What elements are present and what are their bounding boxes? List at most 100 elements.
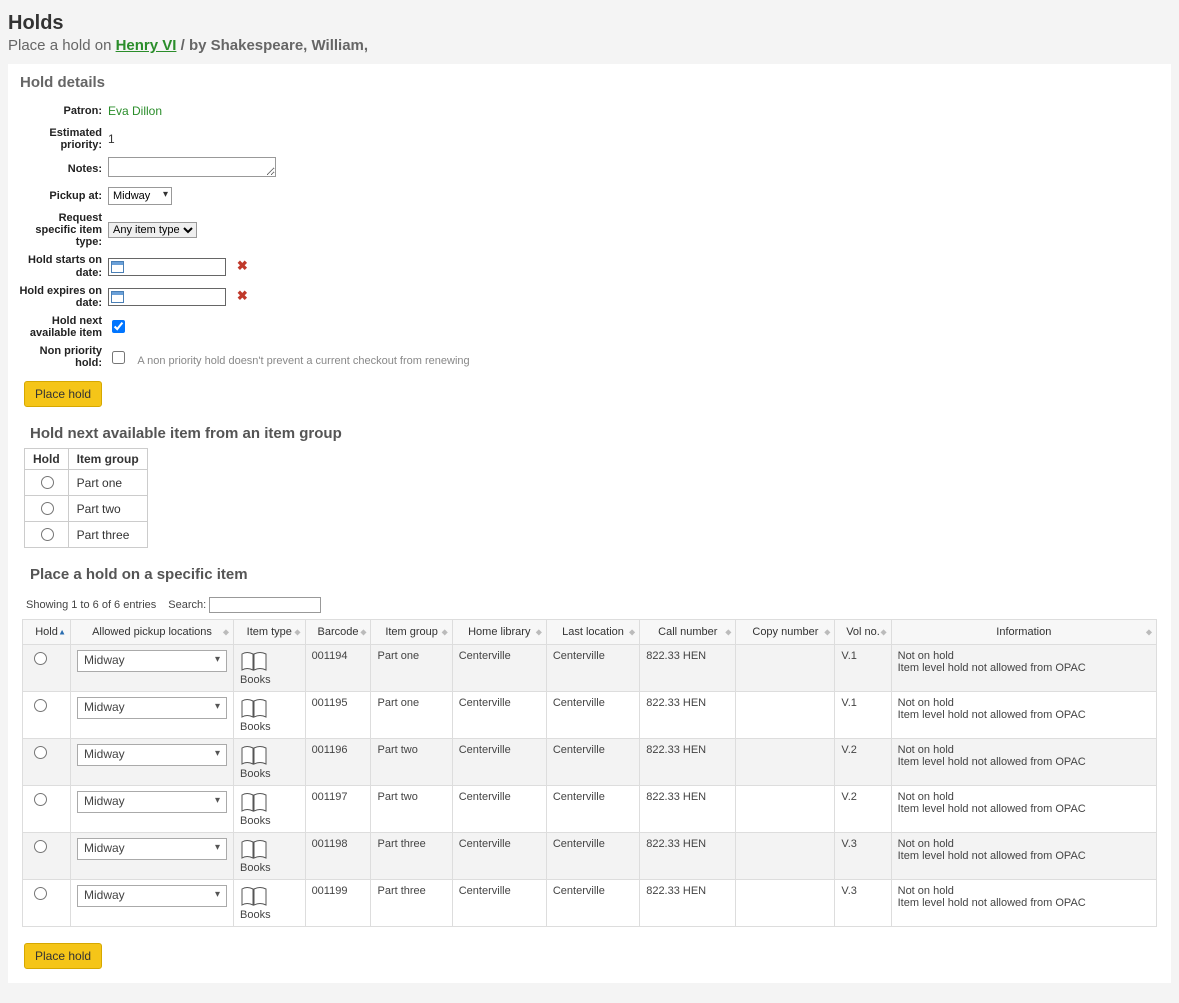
item-group: Part two <box>371 739 452 786</box>
pickup-location-select[interactable]: Midway <box>77 744 227 766</box>
table-row: MidwayBooks001194Part oneCentervilleCent… <box>23 645 1157 692</box>
item-group: Part one <box>371 692 452 739</box>
item-group-radio[interactable] <box>41 528 54 541</box>
col-barcode[interactable]: Barcode◆ <box>305 620 371 645</box>
col-call[interactable]: Call number◆ <box>640 620 736 645</box>
notes-label: Notes: <box>16 163 108 175</box>
subhead: Place a hold on Henry VI / by Shakespear… <box>8 37 1171 54</box>
last-location: Centerville <box>546 833 639 880</box>
copy-number <box>736 692 835 739</box>
itemtype-name: Books <box>240 815 271 827</box>
place-hold-button-bottom[interactable]: Place hold <box>24 943 102 969</box>
pickup-location-select[interactable]: Midway <box>77 697 227 719</box>
col-hold[interactable]: Hold ▲ <box>23 620 71 645</box>
startdate-input[interactable] <box>108 258 226 276</box>
home-library: Centerville <box>452 645 546 692</box>
information: Not on holdItem level hold not allowed f… <box>891 786 1156 833</box>
information: Not on holdItem level hold not allowed f… <box>891 833 1156 880</box>
pickup-location-select[interactable]: Midway <box>77 838 227 860</box>
information: Not on holdItem level hold not allowed f… <box>891 739 1156 786</box>
col-copy[interactable]: Copy number◆ <box>736 620 835 645</box>
pickup-location-select[interactable]: Midway <box>77 791 227 813</box>
copy-number <box>736 880 835 927</box>
col-group[interactable]: Item group◆ <box>371 620 452 645</box>
hold-item-radio[interactable] <box>34 699 47 712</box>
hold-item-radio[interactable] <box>34 793 47 806</box>
call-number: 822.33 HEN <box>640 692 736 739</box>
subhead-after: / by Shakespeare, William, <box>176 37 368 54</box>
last-location: Centerville <box>546 739 639 786</box>
information: Not on holdItem level hold not allowed f… <box>891 880 1156 927</box>
item-group: Part two <box>371 786 452 833</box>
hold-item-radio[interactable] <box>34 746 47 759</box>
ig-col-group: Item group <box>68 449 147 470</box>
call-number: 822.33 HEN <box>640 833 736 880</box>
subhead-prefix: Place a hold on <box>8 37 116 54</box>
nonpriority-checkbox[interactable] <box>112 351 125 364</box>
record-title-link[interactable]: Henry VI <box>116 37 177 54</box>
home-library: Centerville <box>452 833 546 880</box>
vol-no: V.3 <box>835 833 891 880</box>
patron-link[interactable]: Eva Dillon <box>108 104 162 118</box>
item-group: Part one <box>371 645 452 692</box>
hold-item-radio[interactable] <box>34 840 47 853</box>
col-last[interactable]: Last location◆ <box>546 620 639 645</box>
call-number: 822.33 HEN <box>640 786 736 833</box>
vol-no: V.1 <box>835 692 891 739</box>
clear-startdate-icon[interactable]: ✖ <box>235 259 249 273</box>
itemtype-name: Books <box>240 909 271 921</box>
barcode: 001197 <box>305 786 371 833</box>
pickup-location-select[interactable]: Midway <box>77 650 227 672</box>
copy-number <box>736 833 835 880</box>
item-group-row: Part one <box>25 470 148 496</box>
item-group-name: Part two <box>68 496 147 522</box>
table-row: MidwayBooks001199Part threeCentervilleCe… <box>23 880 1157 927</box>
item-group-radio[interactable] <box>41 476 54 489</box>
barcode: 001196 <box>305 739 371 786</box>
hold-item-radio[interactable] <box>34 652 47 665</box>
table-row: MidwayBooks001195Part oneCentervilleCent… <box>23 692 1157 739</box>
ig-col-hold: Hold <box>25 449 69 470</box>
vol-no: V.3 <box>835 880 891 927</box>
last-location: Centerville <box>546 880 639 927</box>
nextavail-checkbox[interactable] <box>112 320 125 333</box>
specific-heading: Place a hold on a specific item <box>30 566 1163 583</box>
item-group-row: Part two <box>25 496 148 522</box>
clear-expdate-icon[interactable]: ✖ <box>235 289 249 303</box>
col-vol[interactable]: Vol no.◆ <box>835 620 891 645</box>
barcode: 001195 <box>305 692 371 739</box>
home-library: Centerville <box>452 880 546 927</box>
hold-details-heading: Hold details <box>20 74 1163 91</box>
place-hold-button[interactable]: Place hold <box>24 381 102 407</box>
hold-item-radio[interactable] <box>34 887 47 900</box>
nonpriority-label: Non priority hold: <box>16 345 108 369</box>
col-info[interactable]: Information◆ <box>891 620 1156 645</box>
col-pickup[interactable]: Allowed pickup locations◆ <box>71 620 234 645</box>
col-itype[interactable]: Item type◆ <box>234 620 306 645</box>
item-group-name: Part one <box>68 470 147 496</box>
item-group-radio[interactable] <box>41 502 54 515</box>
notes-input[interactable] <box>108 157 276 177</box>
itemtype-select[interactable]: Any item type <box>108 222 197 238</box>
itemtype-label: Request specific item type: <box>16 212 108 248</box>
priority-value: 1 <box>108 132 115 146</box>
expdate-input[interactable] <box>108 288 226 306</box>
last-location: Centerville <box>546 645 639 692</box>
nextavail-label: Hold next available item <box>16 315 108 339</box>
col-home[interactable]: Home library◆ <box>452 620 546 645</box>
last-location: Centerville <box>546 786 639 833</box>
vol-no: V.2 <box>835 739 891 786</box>
vol-no: V.1 <box>835 645 891 692</box>
search-input[interactable] <box>209 597 321 613</box>
item-group: Part three <box>371 833 452 880</box>
expdate-label: Hold expires on date: <box>16 285 108 309</box>
table-row: MidwayBooks001196Part twoCentervilleCent… <box>23 739 1157 786</box>
call-number: 822.33 HEN <box>640 739 736 786</box>
pickup-select[interactable]: Midway <box>108 187 172 205</box>
information: Not on holdItem level hold not allowed f… <box>891 692 1156 739</box>
item-group-heading: Hold next available item from an item gr… <box>30 425 1163 442</box>
priority-label: Estimated priority: <box>16 127 108 151</box>
startdate-label: Hold starts on date: <box>16 254 108 278</box>
book-icon <box>240 697 268 719</box>
pickup-location-select[interactable]: Midway <box>77 885 227 907</box>
